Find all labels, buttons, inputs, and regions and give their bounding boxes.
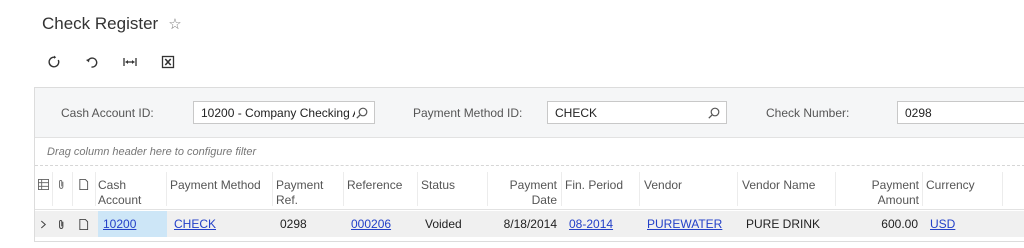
column-separator [95,172,96,206]
refresh-icon [48,55,60,68]
column-separator [737,172,738,206]
page-header: Check Register ☆ [42,14,182,34]
cash-account-value: 10200 - Company Checking A [201,105,355,120]
col-currency[interactable]: Currency [926,178,975,193]
col-status[interactable]: Status [421,178,455,193]
payment-amount-cell: 600.00 [881,217,918,231]
fit-to-screen-button[interactable] [120,52,140,72]
paperclip-icon [58,219,63,229]
filter-bar: Cash Account ID: 10200 - Company Checkin… [35,88,1024,138]
column-separator [343,172,344,206]
paperclip-icon [58,179,63,189]
col-vendor-name[interactable]: Vendor Name [742,178,815,193]
export-to-excel-button[interactable] [158,52,178,72]
column-separator [922,172,923,206]
cash-account-link[interactable]: 10200 [103,217,136,231]
col-payment-method[interactable]: Payment Method [170,178,261,193]
column-separator [487,172,488,206]
refresh-button[interactable] [44,52,64,72]
attachments-header[interactable] [55,178,67,190]
group-by-area[interactable]: Drag column header here to configure fil… [35,138,1024,166]
column-separator [272,172,273,206]
col-payment-amount[interactable]: Payment Amount [855,178,919,208]
col-fin-period[interactable]: Fin. Period [565,178,623,193]
payment-date-cell: 8/18/2014 [503,217,557,231]
undo-icon [86,57,98,68]
notes-header[interactable] [77,178,89,190]
check-number-label: Check Number: [766,106,850,120]
payment-method-value: CHECK [555,105,598,120]
column-separator [52,172,53,206]
col-payment-date[interactable]: Payment Date [495,178,557,208]
column-separator [72,172,73,206]
row-selector-header[interactable] [37,178,49,190]
note-icon [78,218,88,230]
check-number-input[interactable]: 0298 [897,101,1024,124]
column-separator [1002,172,1003,206]
column-separator [417,172,418,206]
excel-export-icon [161,55,175,69]
check-register-grid: Cash Account ID: 10200 - Company Checkin… [34,87,1024,242]
table-row[interactable]: 10200 CHECK 0298 000206 Voided 8/18/2014… [35,211,1024,237]
payment-ref-cell: 0298 [280,217,307,231]
payment-method-link[interactable]: CHECK [174,217,216,231]
vendor-link[interactable]: PUREWATER [647,217,722,231]
search-icon[interactable] [707,106,721,120]
col-vendor[interactable]: Vendor [644,178,682,193]
row-attachment-button[interactable] [55,218,67,230]
fin-period-link[interactable]: 08-2014 [569,217,613,231]
column-separator [166,172,167,206]
payment-method-selector[interactable]: CHECK [547,101,727,124]
grid-header: Cash Account Payment Method Payment Ref.… [35,168,1024,210]
search-icon[interactable] [355,106,369,120]
page-title: Check Register [42,14,159,33]
col-reference[interactable]: Reference [347,178,402,193]
payment-method-label: Payment Method ID: [413,106,523,120]
reference-link[interactable]: 000206 [351,217,391,231]
status-cell: Voided [425,217,462,231]
cash-account-label: Cash Account ID: [61,106,154,120]
expand-row-button[interactable] [38,218,48,230]
column-config-icon [37,178,49,190]
chevron-right-icon [40,220,46,228]
undo-button[interactable] [82,52,102,72]
cash-account-selector[interactable]: 10200 - Company Checking A [193,101,375,124]
check-number-value: 0298 [905,105,932,120]
column-separator [561,172,562,206]
col-cash-account[interactable]: Cash Account [98,178,141,208]
favorite-star-icon[interactable]: ☆ [168,17,181,32]
vendor-name-cell: PURE DRINK [746,217,821,231]
fit-width-icon [123,58,137,66]
column-separator [639,172,640,206]
col-payment-ref[interactable]: Payment Ref. [276,178,323,208]
column-separator [835,172,836,206]
note-icon [78,178,88,190]
drag-hint-text: Drag column header here to configure fil… [47,146,257,158]
row-note-button[interactable] [77,218,89,230]
currency-link[interactable]: USD [930,217,955,231]
toolbar [44,52,196,72]
